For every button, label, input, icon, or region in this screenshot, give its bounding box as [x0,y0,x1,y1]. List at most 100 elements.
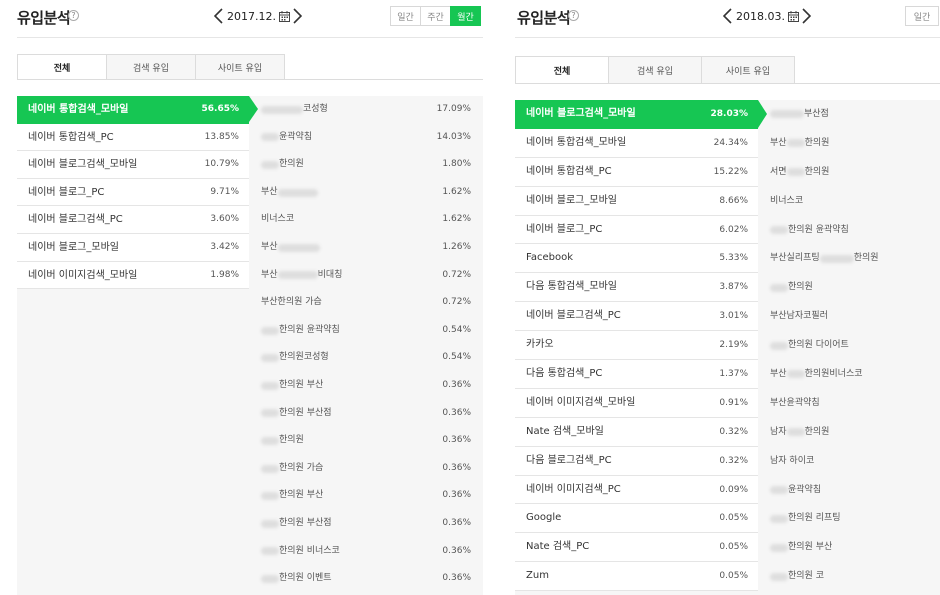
tab-1[interactable]: 검색 유입 [106,54,196,80]
keyword-text: 비너스코 [261,214,295,225]
keyword-text: 남자 [770,426,787,437]
keyword-label: 남자 하이코 [770,447,814,476]
redacted-text [261,326,279,335]
redacted-text [277,271,318,280]
source-row[interactable]: 네이버 통합검색_PC 13.85% [17,124,249,152]
tab-2[interactable]: 사이트 유입 [195,54,285,80]
keyword-percent: 1.62% [442,214,471,225]
source-row[interactable]: 다음 통합검색_모바일 3.87% [515,273,758,303]
keyword-label: 서면 한의원 [770,158,829,187]
next-period-chevron-icon[interactable] [292,7,304,25]
source-row[interactable]: Nate 검색_PC 0.05% [515,533,758,563]
source-percent: 2.19% [719,340,748,351]
source-percent: 5.33% [719,253,748,264]
source-row[interactable]: 다음 블로그검색_PC 0.32% [515,447,758,476]
inflow-table: 네이버 통합검색_모바일 56.65% 네이버 통합검색_PC 13.85% 네이버 블… [17,96,483,595]
panel-header: 유입분석 ? 2018.03. 일간 [500,0,940,36]
keyword-percent: 0.72% [442,297,471,308]
source-row[interactable]: 네이버 블로그검색_모바일 10.79% [17,151,249,179]
source-row[interactable]: 네이버 통합검색_모바일 56.65% [17,96,258,124]
keyword-label: 한의원 [770,273,813,302]
keyword-text: 한의원비너스코 [804,369,863,380]
keyword-row: 한의원 부산 [758,533,940,562]
help-icon[interactable]: ? [568,10,579,21]
keyword-text: 코성형 [303,104,328,114]
keyword-label: 부산 한의원 [770,129,829,158]
source-row[interactable]: 카카오 2.19% [515,331,758,361]
keyword-text: 한의원 [279,159,304,170]
keyword-row: 부산점 [758,100,940,129]
keyword-row: 부산실리프팅 한의원 [758,244,940,273]
keyword-percent: 1.80% [442,159,471,170]
keyword-row: 한의원 0.36% [249,427,483,455]
source-row[interactable]: 네이버 블로그검색_PC 3.01% [515,302,758,332]
redacted-text [261,409,279,418]
keyword-row: 부산 1.62% [249,179,483,207]
keyword-text: 남자 하이코 [770,455,815,466]
keyword-row: 한의원 [758,273,940,302]
redacted-text [261,436,279,445]
keyword-percent: 1.26% [442,241,471,252]
keyword-percent: 14.03% [436,131,471,142]
source-row[interactable]: 다음 통합검색_PC 1.37% [515,360,758,389]
source-row[interactable]: 네이버 이미지검색_모바일 1.98% [17,262,249,290]
keyword-row: 서면 한의원 [758,158,940,187]
redacted-text [261,160,279,169]
keyword-label: 한의원 부산점 [261,510,332,538]
source-row[interactable]: Zum 0.05% [515,562,758,592]
source-percent: 9.71% [210,186,239,197]
panel-2018-03: 유입분석 ? 2018.03. 일간 전체 검색 유입 사이트 유입 네이버 블로그… [500,0,940,595]
period-button[interactable]: 주간 [420,6,451,26]
tab-1[interactable]: 검색 유입 [608,56,702,84]
keyword-text: 한의원 [804,137,830,148]
keyword-row: 비너스코 [758,187,940,216]
redacted-text [786,139,805,148]
redacted-text [277,243,320,252]
source-percent: 28.03% [710,109,749,119]
source-row[interactable]: 네이버 통합검색_모바일 24.34% [515,129,758,158]
source-percent: 3.60% [210,214,239,225]
source-label: 네이버 블로그검색_PC [28,214,123,226]
help-icon[interactable]: ? [68,10,79,21]
source-list: 네이버 통합검색_모바일 56.65% 네이버 통합검색_PC 13.85% 네이버 블… [17,96,258,290]
keyword-row: 윤곽약침 14.03% [249,124,483,152]
prev-period-chevron-icon[interactable] [212,7,224,25]
source-row[interactable]: 네이버 블로그_PC 9.71% [17,179,249,207]
prev-period-chevron-icon[interactable] [721,7,733,25]
source-row[interactable]: 네이버 이미지검색_모바일 0.91% [515,389,758,418]
source-row[interactable]: 네이버 블로그검색_모바일 28.03% [515,100,767,129]
keyword-label: 부산 비대칭 [261,262,342,290]
calendar-icon[interactable] [787,10,799,22]
calendar-icon[interactable] [278,10,290,22]
keyword-label: 부산실리프팅 한의원 [770,244,879,273]
source-row[interactable]: Facebook 5.33% [515,244,758,274]
source-row[interactable]: 네이버 블로그_모바일 8.66% [515,187,758,216]
tab-bar: 전체 검색 유입 사이트 유입 [17,54,285,80]
keyword-row: 한의원 이벤트 0.36% [249,565,483,593]
source-row[interactable]: Google 0.05% [515,504,758,534]
keyword-text: 한의원 코 [788,571,824,582]
keyword-row: 부산한의원 가슴 0.72% [249,289,483,317]
source-row[interactable]: Nate 검색_모바일 0.32% [515,418,758,447]
tab-bar: 전체 검색 유입 사이트 유입 [515,56,795,84]
source-label: 카카오 [526,339,554,351]
keyword-row: 한의원코성형 0.54% [249,344,483,372]
keyword-row: 한의원 윤곽약침 0.54% [249,317,483,345]
keyword-label: 한의원 윤곽약침 [770,216,849,245]
period-button[interactable]: 일간 [905,6,939,26]
period-button[interactable]: 일간 [390,6,421,26]
redacted-text [819,254,854,263]
keyword-percent: 0.36% [442,462,471,473]
period-button[interactable]: 월간 [450,6,481,26]
source-row[interactable]: 네이버 블로그_PC 6.02% [515,216,758,245]
source-row[interactable]: 네이버 블로그_모바일 3.42% [17,234,249,262]
source-row[interactable]: 네이버 통합검색_PC 15.22% [515,158,758,187]
keyword-text: 한의원 윤곽약침 [788,224,849,235]
source-row[interactable]: 네이버 이미지검색_PC 0.09% [515,476,758,505]
source-row[interactable]: 네이버 블로그검색_PC 3.60% [17,206,249,234]
tab-0[interactable]: 전체 [515,56,609,84]
next-period-chevron-icon[interactable] [801,7,813,25]
tab-0[interactable]: 전체 [17,54,107,80]
tab-2[interactable]: 사이트 유입 [701,56,795,84]
tab-bar-divider [17,79,483,80]
